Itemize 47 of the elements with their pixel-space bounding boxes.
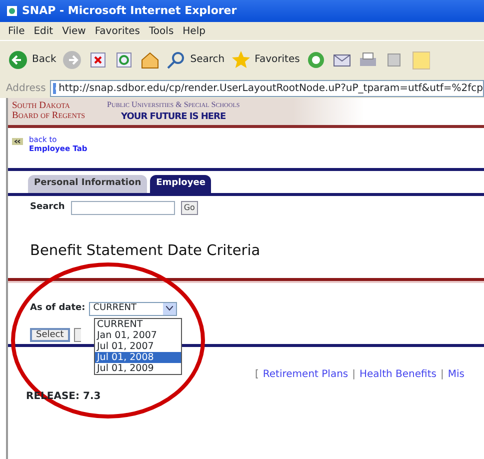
dropdown-option[interactable]: Jul 01, 2009 [95,362,181,374]
partially-hidden-button[interactable] [74,328,81,342]
page-heading: Benefit Statement Date Criteria [30,242,262,260]
caret-icon [166,306,174,312]
banner-subtitle: Public Universities & Special Schools [107,98,240,111]
window-title: SNAP - Microsoft Internet Explorer [22,2,237,19]
back-button[interactable]: Back [8,50,56,70]
search-field[interactable] [70,200,175,214]
browser-icon [6,5,18,17]
separator: [ [255,368,259,382]
go-button[interactable]: Go [180,200,198,214]
favorites-button[interactable]: Favorites [230,50,300,70]
dropdown-option[interactable]: Jul 01, 2008 [95,352,181,363]
stop-icon[interactable] [88,50,108,70]
back-icon[interactable] [12,138,23,145]
date-dropdown[interactable]: CURRENT [89,302,178,316]
search-button[interactable]: Search [166,50,225,70]
footer-link[interactable]: Retirement Plans [262,366,348,382]
menu-item[interactable]: Favorites [94,24,140,38]
menu-item[interactable]: Tools [149,24,174,38]
star-icon[interactable] [230,50,251,70]
dropdown-option[interactable]: Jul 01, 2007 [95,340,181,352]
menu-item[interactable]: File [8,24,25,38]
separator: | [352,368,356,382]
tab[interactable]: Personal Information [28,175,148,192]
tab[interactable]: Employee [150,175,212,192]
org-name: Board of Regents [12,112,86,122]
org-name: South Dakota [12,102,71,112]
search-label: Search [30,200,65,214]
refresh-icon[interactable] [114,50,134,70]
menu-item[interactable]: Edit [34,24,54,38]
footer-link[interactable]: Mis [448,366,464,382]
address-label: Address [6,82,46,96]
page-icon [52,82,56,94]
dropdown-option[interactable]: Jan 01, 2007 [95,330,181,341]
menu-item[interactable]: Help [182,24,206,38]
history-icon[interactable] [306,50,326,70]
select-button[interactable]: Select [30,328,70,342]
search-icon[interactable] [166,50,186,70]
date-label: As of date: [30,302,86,315]
dropdown-option[interactable]: CURRENT [95,318,181,330]
menu-item[interactable]: View [62,24,86,38]
address-field[interactable]: http://snap.sdbor.edu/cp/render.UserLayoutRootNode.uP?uP_tparam=utf&utf=%2fcp [50,80,484,96]
home-icon[interactable] [140,50,160,70]
banner-slogan: YOUR FUTURE IS HERE [121,110,227,124]
footer-link[interactable]: Health Benefits [360,366,436,382]
separator: | [440,368,444,382]
